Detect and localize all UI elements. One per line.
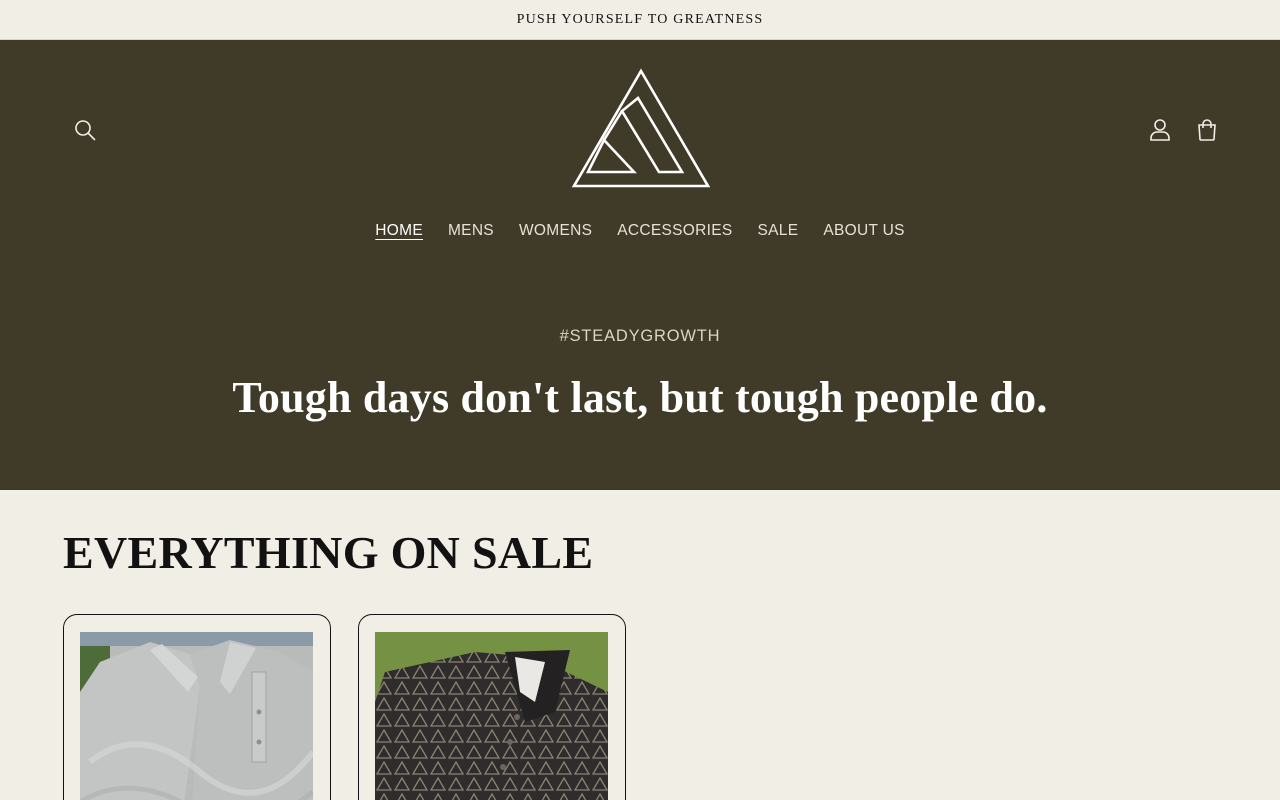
cart-icon [1198,119,1216,141]
triangle-mountain-logo [571,68,711,188]
search-icon [75,120,96,141]
main-navigation: HOME MENS WOMENS ACCESSORIES SALE ABOUT … [0,220,1280,242]
announcement-text: PUSH YOURSELF TO GREATNESS [516,11,764,27]
product-card[interactable] [63,614,331,800]
nav-item-womens[interactable]: WOMENS [506,220,604,242]
nav-item-home[interactable]: HOME [363,220,436,242]
nav-item-sale[interactable]: SALE [745,220,811,242]
account-icon [1150,119,1170,141]
product-image-grey-polo[interactable] [80,632,313,800]
nav-item-accessories[interactable]: ACCESSORIES [605,220,745,242]
nav-item-mens[interactable]: MENS [435,220,506,242]
product-card[interactable] [358,614,626,800]
account-button[interactable] [1138,108,1182,152]
brand-logo[interactable] [570,68,712,192]
nav-item-about-us[interactable]: ABOUT US [811,220,917,242]
cart-button[interactable] [1185,108,1229,152]
search-button[interactable] [63,108,107,152]
announcement-bar: PUSH YOURSELF TO GREATNESS [0,0,1280,40]
hero-title: Tough days don't last, but tough people … [232,373,1048,422]
collection-title: EVERYTHING ON SALE [63,527,594,578]
hero-kicker: #STEADYGROWTH [559,327,721,345]
site-header: HOME MENS WOMENS ACCESSORIES SALE ABOUT … [0,40,1280,490]
product-image-black-polo[interactable] [375,632,608,800]
